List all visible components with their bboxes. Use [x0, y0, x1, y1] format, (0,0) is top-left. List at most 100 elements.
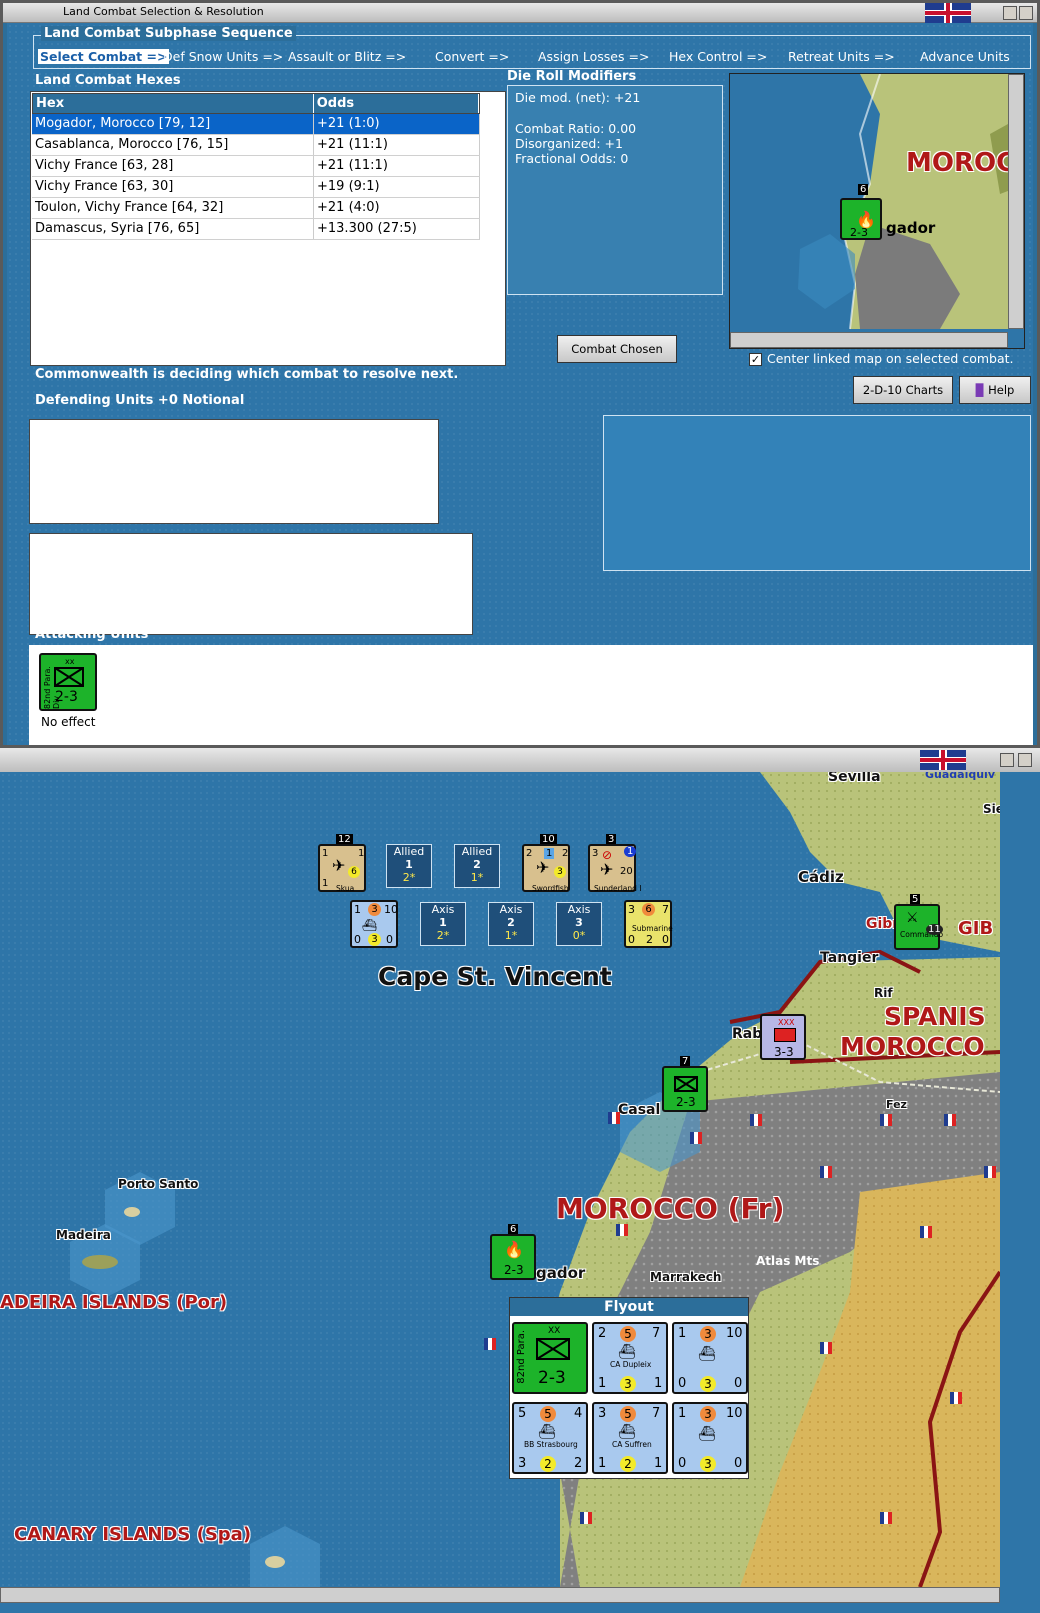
- attacking-label: Attacking Units: [35, 627, 149, 642]
- counter-stat: 1: [598, 1456, 607, 1471]
- transport-naval-counter[interactable]: 1 3 10 ⛴ 0 3 0: [350, 900, 398, 948]
- combat-chosen-button[interactable]: Combat Chosen: [557, 335, 677, 363]
- dialog-titlebar[interactable]: Land Combat Selection & Resolution: [3, 3, 1037, 23]
- sea-box-axis-1[interactable]: Axis 1 2*: [420, 902, 466, 946]
- skua-air-counter[interactable]: 1 1 ✈ 6 1 Skua: [318, 844, 366, 893]
- seq-retreat[interactable]: Retreat Units =>: [788, 49, 895, 64]
- ship-icon: ⛴: [698, 1346, 716, 1362]
- commando-icon: ⚔: [906, 910, 919, 926]
- seq-select-combat[interactable]: Select Combat =>: [38, 49, 170, 64]
- game-map[interactable]: Cape St. Vincent Sevilla Guadalquiv Sie …: [0, 772, 1000, 1587]
- mogador-para-counter[interactable]: 🔥 2-3: [490, 1234, 536, 1280]
- map-close-button[interactable]: [1018, 753, 1032, 767]
- table-row[interactable]: Damascus, Syria [76, 65] +13.300 (27:5): [32, 219, 480, 240]
- table-row[interactable]: Vichy France [63, 30] +19 (9:1): [32, 177, 480, 198]
- minimize-button[interactable]: [1003, 6, 1017, 20]
- counter-stat: 6: [348, 866, 360, 878]
- counter-stat: 2: [574, 1456, 583, 1471]
- seq-advance[interactable]: Advance Units: [920, 49, 1010, 64]
- seq-hex-control[interactable]: Hex Control =>: [669, 49, 767, 64]
- flyout-para-counter[interactable]: 82nd Para. XX 2-3: [512, 1322, 588, 1394]
- minimap-unit-counter[interactable]: 🔥 2-3: [840, 198, 882, 240]
- cell-hex: Damascus, Syria [76, 65]: [32, 219, 314, 239]
- map-hscroll[interactable]: [0, 1587, 1000, 1603]
- sunderland-air-counter[interactable]: 3 1 ⊘ ✈ 20 Sunderland I: [588, 844, 642, 893]
- header-odds[interactable]: Odds: [314, 94, 479, 113]
- counter-name: Skua: [336, 884, 355, 893]
- commando-unit-counter[interactable]: ⚔ Commando 11: [894, 904, 943, 950]
- label-gibraltar: GIB: [958, 918, 994, 939]
- seq-def-snow[interactable]: Def Snow Units =>: [163, 49, 283, 64]
- counter-stat: 3: [620, 1376, 636, 1392]
- minimap-town-label: gador: [886, 219, 936, 237]
- map-minimize-button[interactable]: [1000, 753, 1014, 767]
- counter-stat: 1: [678, 1406, 687, 1421]
- defending-label: Defending Units +0 Notional: [35, 393, 245, 408]
- counter-stat: 0: [354, 933, 361, 946]
- close-button[interactable]: [1019, 6, 1033, 20]
- submarine-counter[interactable]: 3 6 7 Submarine 0 2 0: [624, 900, 673, 948]
- flyout-ship-transport-2[interactable]: 1 3 10 ⛴ 0 3 0: [672, 1402, 748, 1474]
- counter-stat: 1: [624, 846, 637, 857]
- table-row[interactable]: Vichy France [63, 28] +21 (11:1): [32, 156, 480, 177]
- map-toolbar[interactable]: [0, 748, 1040, 772]
- help-button[interactable]: ▉ Help: [959, 376, 1031, 404]
- sea-box-axis-3[interactable]: Axis 3 0*: [556, 902, 602, 946]
- header-hex[interactable]: Hex: [33, 94, 314, 113]
- counter-stat: 0: [678, 1456, 687, 1471]
- minimap-vscroll[interactable]: [1008, 74, 1024, 329]
- attacker-unit-counter[interactable]: 82nd Para. Div xx 2-3: [39, 653, 97, 711]
- casablanca-para-counter[interactable]: 2-3: [662, 1066, 708, 1112]
- ship-icon: ⛴: [618, 1424, 636, 1440]
- charts-button[interactable]: 2-D-10 Charts: [853, 376, 953, 404]
- defending-units-panel[interactable]: [29, 419, 439, 524]
- table-row[interactable]: Casablanca, Morocco [76, 15] +21 (11:1): [32, 135, 480, 156]
- spanish-corps-counter[interactable]: XXX 3-3: [760, 1014, 806, 1060]
- counter-stat: 1: [358, 848, 365, 859]
- aircraft-icon: ✈: [332, 856, 346, 875]
- combat-ratio: Combat Ratio: 0.00: [515, 121, 637, 136]
- attacking-units-panel[interactable]: 82nd Para. Div xx 2-3 No effect: [29, 645, 1033, 745]
- uk-flag-icon: [920, 750, 966, 770]
- seq-assign-losses[interactable]: Assign Losses =>: [538, 49, 649, 64]
- sea-box-allied-2[interactable]: Allied 2 1*: [454, 844, 500, 888]
- aircraft-icon: ✈: [536, 858, 550, 877]
- counter-stat: 2: [620, 1456, 636, 1472]
- ship-icon: ⛴: [362, 918, 378, 932]
- swordfish-air-counter[interactable]: 2 1 2 ✈ 3 Swordfish: [522, 844, 570, 893]
- flyout-ship-bb-strasbourg[interactable]: 5 5 4 ⛴ BB Strasbourg 3 2 2: [512, 1402, 588, 1474]
- flyout-ship-ca-suffren[interactable]: 3 5 7 ⛴ CA Suffren 1 2 1: [592, 1402, 668, 1474]
- table-row[interactable]: Mogador, Morocco [79, 12] +21 (1:0): [32, 114, 480, 135]
- linked-minimap[interactable]: MOROC gador 🔥 2-3 6: [729, 73, 1025, 349]
- seq-convert[interactable]: Convert =>: [435, 49, 509, 64]
- label-porto-santo: Porto Santo: [118, 1177, 199, 1191]
- sea-box-allied-1[interactable]: Allied 1 2*: [386, 844, 432, 888]
- seq-assault[interactable]: Assault or Blitz =>: [288, 49, 406, 64]
- status-text: Commonwealth is deciding which combat to…: [35, 367, 459, 382]
- counter-stat: 1: [598, 1376, 607, 1391]
- cell-odds: +21 (1:0): [314, 114, 480, 134]
- table-row[interactable]: Toulon, Vichy France [64, 32] +21 (4:0): [32, 198, 480, 219]
- table-header: Hex Odds: [32, 93, 480, 114]
- sea-box-axis-2[interactable]: Axis 2 1*: [488, 902, 534, 946]
- counter-stat: 3: [368, 933, 381, 946]
- french-control-flag-icon: [984, 1166, 996, 1178]
- flyout-ship-transport-1[interactable]: 1 3 10 ⛴ 0 3 0: [672, 1322, 748, 1394]
- sea-box-number: 3: [575, 916, 583, 929]
- sea-box-value: 1*: [470, 871, 484, 884]
- label-fez: Fez: [886, 1098, 907, 1111]
- flyout-ship-ca-dupleix[interactable]: 2 5 7 ⛴ CA Dupleix 1 3 1: [592, 1322, 668, 1394]
- dialog-title: Land Combat Selection & Resolution: [63, 5, 264, 18]
- counter-stat: 7: [652, 1326, 661, 1341]
- center-map-checkbox[interactable]: ✓: [749, 353, 762, 366]
- cell-odds: +19 (9:1): [314, 177, 480, 197]
- counter-stat: 7: [652, 1406, 661, 1421]
- counter-stat: 2: [646, 933, 653, 946]
- sea-box-side: Axis: [431, 903, 455, 916]
- french-control-flag-icon: [484, 1338, 496, 1350]
- defending-support-panel[interactable]: [29, 533, 473, 635]
- minimap-hscroll[interactable]: [730, 332, 1008, 348]
- counter-stat: 10: [384, 903, 398, 916]
- die-blank: [515, 105, 722, 121]
- unit-strength: 3-3: [774, 1045, 794, 1059]
